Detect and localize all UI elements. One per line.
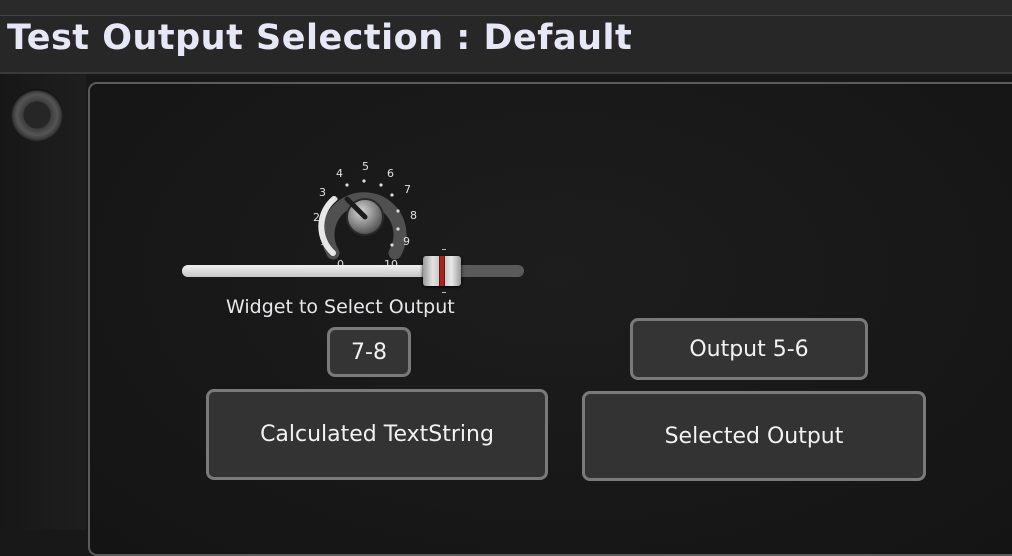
- left-sidebar: [0, 74, 86, 530]
- knob-number-2: 2: [313, 211, 320, 224]
- knob-number-8: 8: [410, 209, 417, 222]
- slider-label: Widget to Select Output: [226, 296, 455, 318]
- slider-thumb-marker: [439, 256, 445, 286]
- top-strip: [0, 0, 1012, 16]
- rotary-knob-graphic: 1 2 3 4 5 6 7 8 9 0 10: [313, 160, 417, 265]
- output-slider-thumb[interactable]: [423, 256, 461, 286]
- slider-tick-top: [442, 249, 446, 250]
- output-slider-fill: [182, 265, 439, 277]
- selected-value-readout: 7-8: [327, 327, 411, 377]
- knob-number-1: 1: [320, 235, 327, 248]
- knob-number-0: 0: [337, 258, 344, 265]
- output-slider-track[interactable]: [182, 265, 524, 277]
- sidebar-round-control[interactable]: [11, 89, 63, 141]
- knob-number-9: 9: [403, 235, 410, 248]
- output-label-readout: Output 5-6: [630, 318, 868, 380]
- calculated-textstring-button[interactable]: Calculated TextString: [206, 389, 548, 480]
- knob-number-4: 4: [336, 167, 343, 180]
- knob-number-10: 10: [384, 258, 398, 265]
- slider-tick-bottom: [442, 292, 446, 293]
- rotary-knob[interactable]: 1 2 3 4 5 6 7 8 9 0 10: [300, 155, 430, 265]
- knob-number-5: 5: [362, 160, 369, 173]
- knob-number-6: 6: [387, 167, 394, 180]
- main-panel: [88, 82, 1012, 556]
- knob-number-7: 7: [404, 183, 411, 196]
- window-title: Test Output Selection : Default: [7, 18, 633, 58]
- knob-number-3: 3: [319, 186, 326, 199]
- selected-output-button[interactable]: Selected Output: [582, 391, 926, 481]
